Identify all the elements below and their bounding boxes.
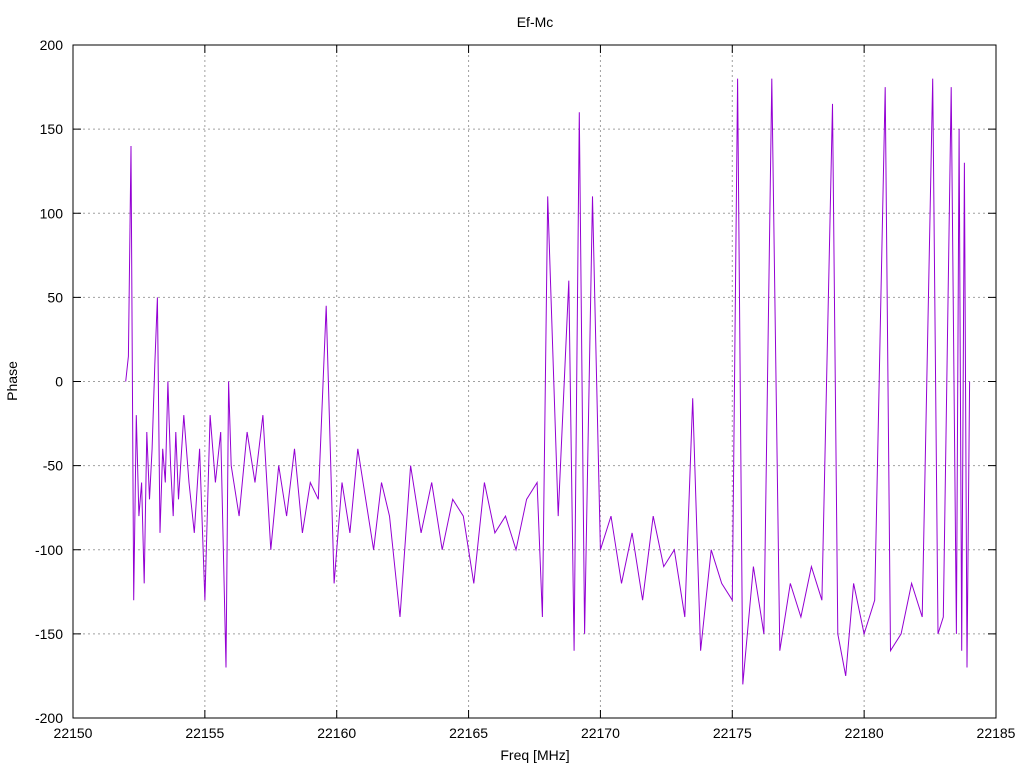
phase-chart: Ef-Mc 22150 22155 22160 22165 22170 22175 2218… [4,14,1016,763]
y-tick-label: 0 [55,374,63,390]
axis-ticks: 22150 22155 22160 22165 22170 22175 22180 22185… [35,37,1016,741]
x-tick-label: 22150 [54,725,93,741]
y-tick-label: 100 [40,205,64,221]
x-axis-title: Freq [MHz] [500,747,569,763]
x-tick-label: 22180 [845,725,884,741]
chart-title: Ef-Mc [517,14,554,30]
y-tick-label: -100 [35,542,63,558]
x-tick-label: 22175 [713,725,752,741]
x-tick-label: 22160 [317,725,356,741]
x-tick-label: 22170 [581,725,620,741]
x-tick-label: 22155 [185,725,224,741]
y-tick-label: -50 [43,458,63,474]
x-tick-label: 22165 [449,725,488,741]
y-tick-label: 50 [47,289,63,305]
y-tick-label: -150 [35,626,63,642]
grid-lines [73,45,996,718]
x-tick-label: 22185 [977,725,1016,741]
y-tick-label: -200 [35,710,63,726]
y-tick-label: 150 [40,121,64,137]
y-axis-title: Phase [4,361,20,401]
y-tick-label: 200 [40,37,64,53]
